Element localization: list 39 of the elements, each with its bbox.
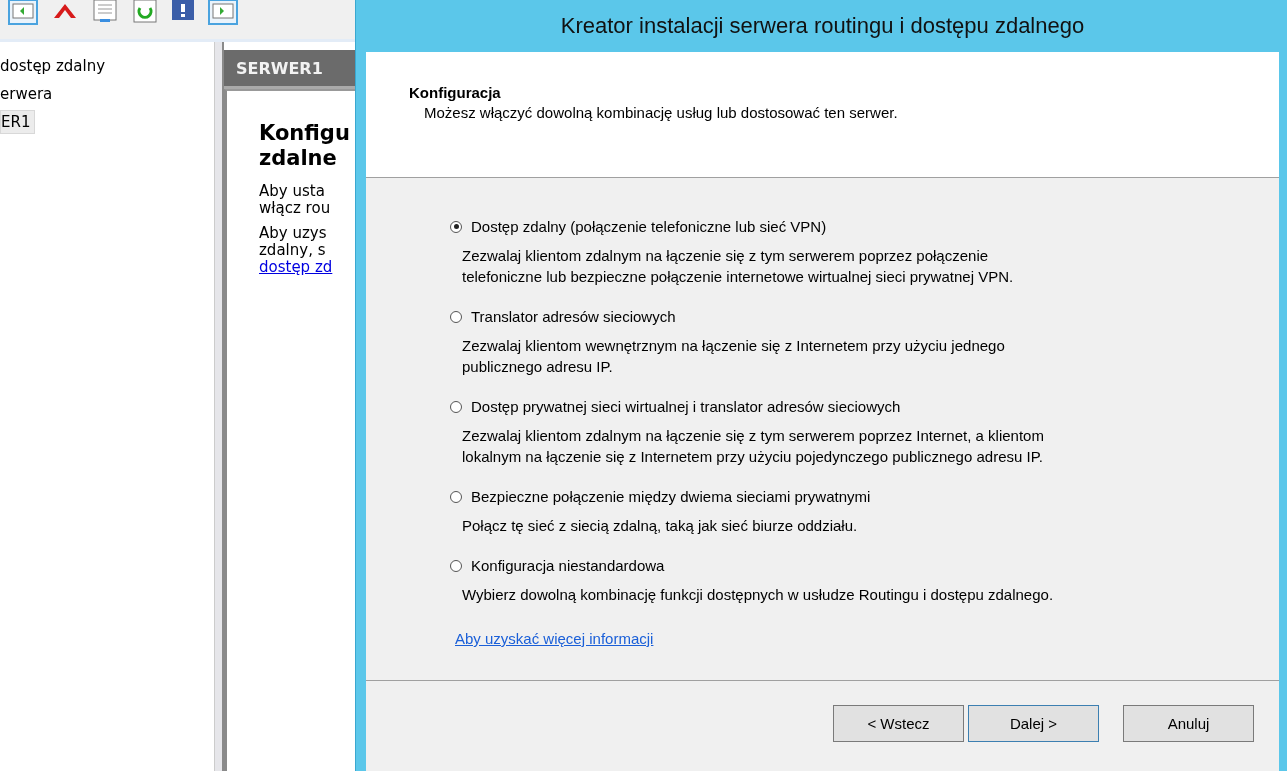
option-description: Zezwalaj klientom zdalnym na łączenie się z tym serwerem poprzez Internet, a klientom lokalnym na łączenie się z Internetem przy użyciu pojedynczego publicznego adresu IP. xyxy=(461,426,1045,467)
radio-button[interactable] xyxy=(450,559,462,572)
option-label[interactable]: Bezpieczne połączenie między dwiema sieciami prywatnymi xyxy=(471,488,871,505)
paragraph-line: zdalny, s xyxy=(259,242,327,259)
pane-splitter[interactable] xyxy=(215,42,224,771)
dialog-button[interactable]: Anuluj xyxy=(1123,704,1254,742)
paragraph-line: Aby uzys xyxy=(259,225,328,242)
radio-button[interactable] xyxy=(450,400,462,413)
page-heading: Konfigu xyxy=(259,121,351,146)
paragraph-line: włącz rou xyxy=(259,200,332,217)
pane-left-icon[interactable] xyxy=(8,0,38,26)
option-description: Zezwalaj klientom zdalnym na łączenie się z tym serwerem poprzez połączenie telefoniczne lub bezpieczne połączenie internetowe wirtualnej sieci prywatnej VPN. xyxy=(461,246,1015,287)
page-heading: zdalne xyxy=(259,146,338,171)
page-title: Konfiguracja xyxy=(409,84,502,101)
paragraph-line: Aby usta xyxy=(259,183,326,200)
more-info-link[interactable]: Aby uzyskać więcej informacji xyxy=(455,630,654,647)
tree-item[interactable]: ER1 xyxy=(0,110,36,134)
window-title: Kreator instalacji serwera routingu i dostępu zdalnego xyxy=(559,12,1086,40)
option-description: Połącz tę sieć z siecią zdalną, taką jak sieć biurze oddziału. xyxy=(461,516,859,536)
dialog-button[interactable]: Dalej > xyxy=(968,704,1099,742)
option-description: Wybierz dowolną kombinację funkcji dostępnych w usłudze Routingu i dostępu zdalnego. xyxy=(461,585,1055,605)
radio-button[interactable] xyxy=(450,220,462,233)
option-description: Zezwalaj klientom wewnętrznym na łączenie się z Internetem przy użyciu jednego publicznego adresu IP. xyxy=(461,336,1006,377)
radio-button[interactable] xyxy=(450,310,462,323)
dialog-button[interactable]: < Wstecz xyxy=(833,704,964,742)
option-label[interactable]: Dostęp zdalny (połączenie telefoniczne lub sieć VPN) xyxy=(471,218,827,235)
help-link[interactable]: dostęp zd xyxy=(259,258,355,276)
server-header: SERWER1 xyxy=(224,50,355,89)
pane-right-icon[interactable] xyxy=(208,0,238,26)
option-label[interactable]: Konfiguracja niestandardowa xyxy=(471,557,665,574)
properties-icon[interactable] xyxy=(92,0,118,24)
help-icon[interactable] xyxy=(172,0,194,22)
page-subtitle: Możesz włączyć dowolną kombinację usług lub dostosować ten serwer. xyxy=(423,104,899,121)
option-label[interactable]: Dostęp prywatnej sieci wirtualnej i translator adresów sieciowych xyxy=(471,398,901,415)
tree-item[interactable]: dostęp zdalny xyxy=(0,54,111,78)
radio-button[interactable] xyxy=(450,490,462,503)
tree-item[interactable]: erwera xyxy=(0,82,58,106)
refresh-icon[interactable] xyxy=(132,0,158,24)
option-label[interactable]: Translator adresów sieciowych xyxy=(471,308,676,325)
